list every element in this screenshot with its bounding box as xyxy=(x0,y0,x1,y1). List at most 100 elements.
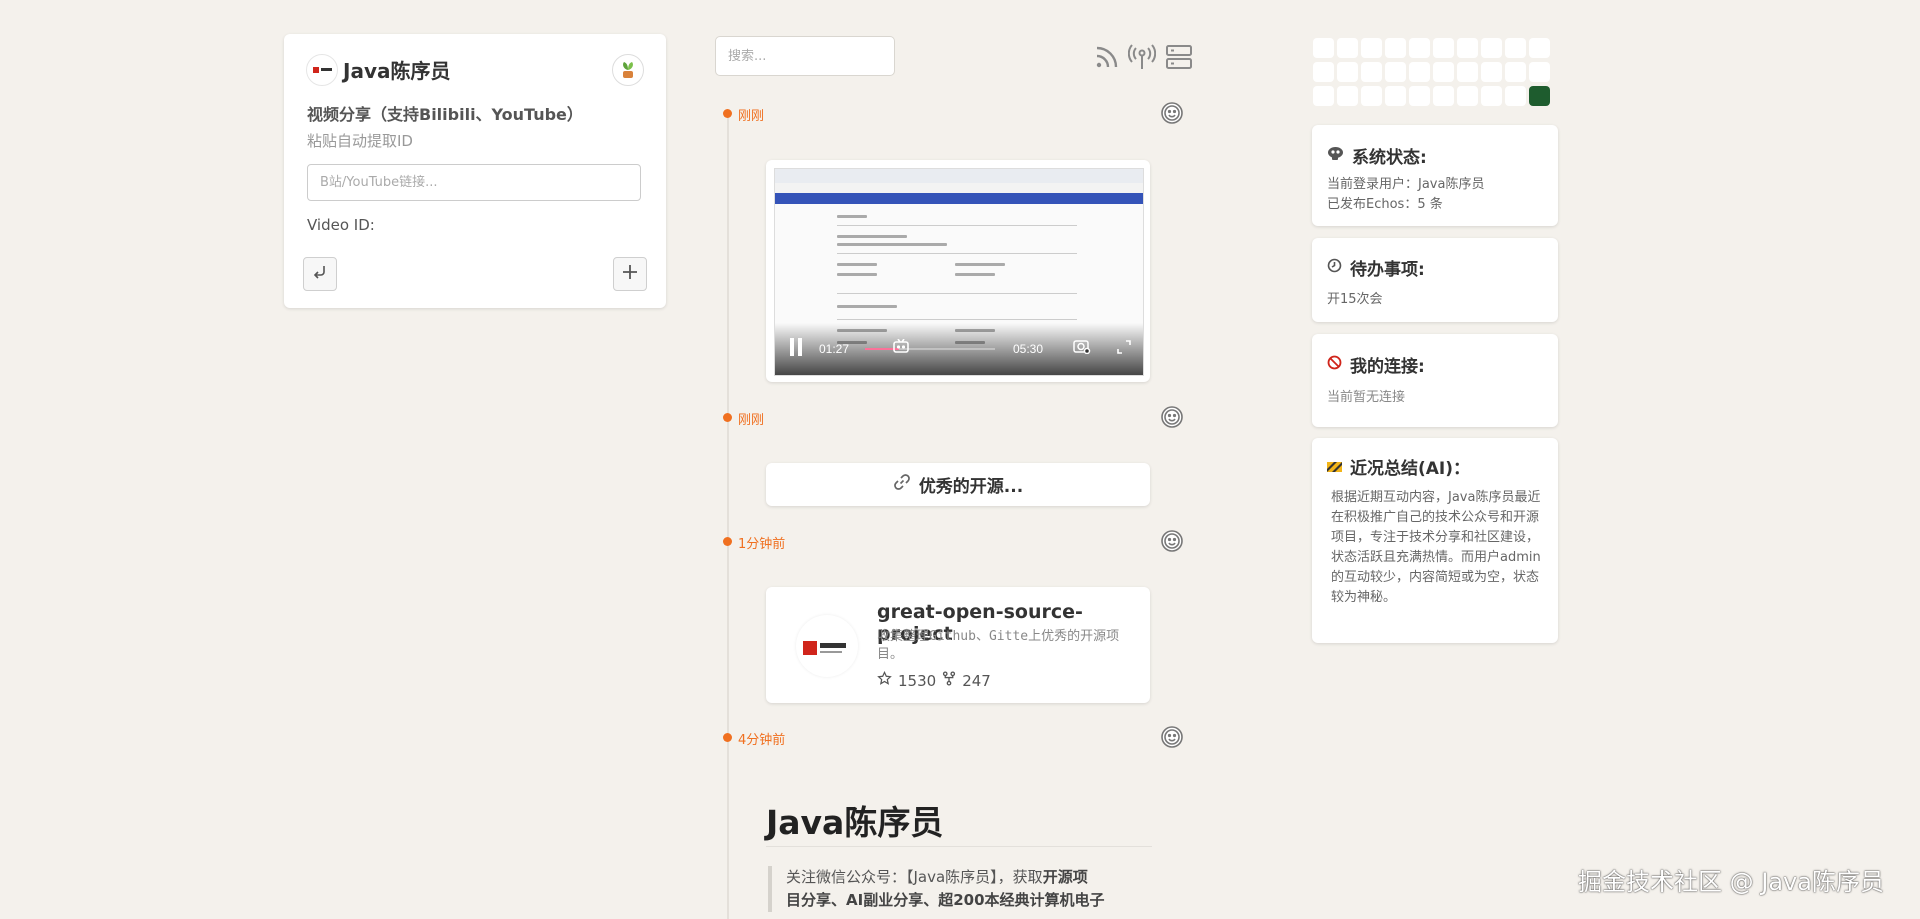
heatmap-cell xyxy=(1409,38,1430,58)
heatmap-cell xyxy=(1481,86,1502,106)
video-frame-text xyxy=(837,305,897,308)
status-current-user: 当前登录用户：Java陈序员 xyxy=(1327,177,1485,192)
heatmap-cell xyxy=(1433,38,1454,58)
smile-icon[interactable] xyxy=(1160,725,1184,749)
heatmap-cell xyxy=(1529,38,1550,58)
smile-icon[interactable] xyxy=(1160,101,1184,125)
watermark: 掘金技术社区 @ Java陈序员 xyxy=(1578,868,1884,896)
connections-title: 我的连接: xyxy=(1350,357,1425,377)
video-frame-text xyxy=(955,263,1005,266)
duration: 05:30 xyxy=(1013,342,1044,356)
link-icon xyxy=(893,473,911,496)
timeline-dot xyxy=(723,109,732,118)
no-connection-icon xyxy=(1327,355,1342,375)
plant-icon[interactable] xyxy=(612,54,644,86)
repo-avatar xyxy=(796,615,858,677)
heatmap-cell xyxy=(1529,62,1550,82)
rss-icon[interactable] xyxy=(1093,43,1121,71)
fork-count: 247 xyxy=(962,671,991,690)
timeline-time: 1分钟前 xyxy=(738,537,786,552)
bilibili-tv-icon[interactable] xyxy=(893,338,909,357)
heatmap-cell xyxy=(1529,86,1550,106)
ai-summary-title: 近况总结(AI)： xyxy=(1350,459,1471,479)
user-title: Java陈序员 xyxy=(343,59,451,83)
heatmap-cell xyxy=(1385,38,1406,58)
undo-icon xyxy=(311,263,329,285)
todo-heading: 待办事项: xyxy=(1327,255,1425,280)
connections-empty: 当前暂无连接 xyxy=(1327,390,1406,405)
quote-strong-text: 目分享、AI副业分享、超200本经典计算机电子 xyxy=(786,891,1105,909)
todo-card: 待办事项: 开15次会 xyxy=(1312,238,1558,322)
timeline-dot xyxy=(723,413,732,422)
video-share-heading: 视频分享（支持Bilibili、YouTube） xyxy=(307,105,583,124)
article-title: Java陈序员 xyxy=(766,803,944,842)
heatmap-cell xyxy=(1385,86,1406,106)
todo-item: 开15次会 xyxy=(1327,292,1383,307)
video-id-label: Video ID: xyxy=(307,216,375,234)
video-frame-rule xyxy=(837,319,1077,320)
search-input[interactable] xyxy=(715,36,895,76)
video-share-card: Java陈序员 视频分享（支持Bilibili、YouTube） 粘贴自动提取I… xyxy=(284,34,666,308)
video-controls: 01:27 05:30 xyxy=(775,323,1143,375)
heatmap-cell xyxy=(1505,62,1526,82)
brain-icon xyxy=(1327,146,1344,166)
link-card[interactable]: 优秀的开源... xyxy=(766,463,1150,506)
link-label: 优秀的开源... xyxy=(918,477,1024,497)
heatmap-cell xyxy=(1481,62,1502,82)
video-frame-text xyxy=(837,215,867,218)
construction-icon xyxy=(1327,457,1342,477)
repo-description: 收集整理Github、Gitte上优秀的开源项目。 xyxy=(877,629,1120,662)
heatmap-cell xyxy=(1505,38,1526,58)
heatmap-cell xyxy=(1385,62,1406,82)
repo-card[interactable]: great-open-source-project 收集整理Github、Git… xyxy=(766,587,1150,703)
timeline-dot xyxy=(723,537,732,546)
connections-heading: 我的连接: xyxy=(1327,352,1425,377)
current-time: 01:27 xyxy=(819,342,850,356)
heatmap-cell xyxy=(1457,38,1478,58)
broadcast-icon[interactable] xyxy=(1127,43,1157,71)
video-progress-bar[interactable] xyxy=(865,348,995,350)
ai-summary-card: 近况总结(AI)： 根据近期互动内容，Java陈序员最近在积极推广自己的技术公众… xyxy=(1312,438,1558,643)
heatmap-cell xyxy=(1337,62,1358,82)
heatmap-cell xyxy=(1361,38,1382,58)
heatmap-cell xyxy=(1433,62,1454,82)
heatmap-cell xyxy=(1457,62,1478,82)
heatmap-cell xyxy=(1409,86,1430,106)
system-status-card: 系统状态: 当前登录用户：Java陈序员 已发布Echos：5 条 xyxy=(1312,125,1558,226)
heatmap-cell xyxy=(1337,38,1358,58)
video-frame-text xyxy=(837,263,877,266)
quote-strong-text: 开源项 xyxy=(1042,868,1088,886)
screenshot-icon[interactable] xyxy=(1073,338,1091,358)
ai-summary-text: 根据近期互动内容，Java陈序员最近在积极推广自己的技术公众号和开源项目，专注于… xyxy=(1331,490,1541,605)
fullscreen-icon[interactable] xyxy=(1117,339,1131,358)
heatmap-cell xyxy=(1481,38,1502,58)
smile-icon[interactable] xyxy=(1160,529,1184,553)
clock-icon xyxy=(1327,258,1342,278)
heatmap-cell xyxy=(1313,38,1334,58)
video-frame-rule xyxy=(837,293,1077,294)
video-link-input[interactable] xyxy=(307,164,641,201)
article-divider xyxy=(766,846,1152,847)
heatmap-cell xyxy=(1409,62,1430,82)
video-player[interactable]: 01:27 05:30 xyxy=(774,168,1144,376)
connections-card: 我的连接: 当前暂无连接 xyxy=(1312,334,1558,427)
heatmap-cell xyxy=(1361,62,1382,82)
plus-icon xyxy=(621,263,639,285)
quote-text: 关注微信公众号：【Java陈序员】，获取 xyxy=(786,868,1043,886)
pause-icon[interactable] xyxy=(789,338,803,360)
video-frame-text xyxy=(837,273,877,276)
timeline-time: 4分钟前 xyxy=(738,733,786,748)
add-button[interactable] xyxy=(613,257,647,291)
todo-title: 待办事项: xyxy=(1350,260,1425,280)
server-icon[interactable] xyxy=(1165,43,1193,71)
star-count: 1530 xyxy=(898,671,937,690)
video-frame-address-bar xyxy=(775,183,1143,193)
video-frame-rule xyxy=(837,253,1077,254)
video-frame-app-header xyxy=(775,193,1143,204)
heatmap-cell xyxy=(1313,86,1334,106)
smile-icon[interactable] xyxy=(1160,405,1184,429)
paste-hint: 粘贴自动提取ID xyxy=(307,132,413,150)
video-frame-browser-tabs xyxy=(775,169,1143,183)
avatar[interactable] xyxy=(306,54,338,86)
undo-button[interactable] xyxy=(303,257,337,291)
